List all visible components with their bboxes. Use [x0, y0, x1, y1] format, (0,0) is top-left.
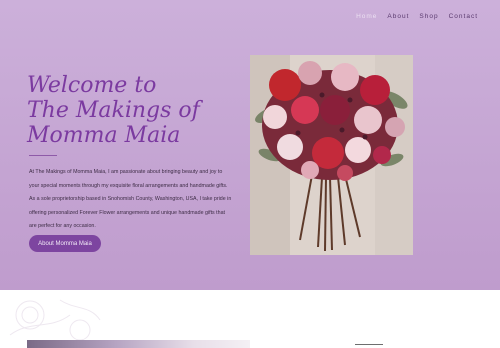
title-divider — [29, 155, 57, 156]
hero-title: Welcome to The Makings of Momma Maia — [27, 73, 237, 148]
about-momma-maia-button[interactable]: About Momma Maia — [29, 235, 101, 252]
nav-shop-link[interactable]: Shop — [419, 13, 438, 20]
nav-about-link[interactable]: About — [387, 13, 409, 20]
hero-title-line: The Makings of — [27, 98, 200, 123]
hero-section: Home About Shop Contact Welcome to The M… — [0, 0, 500, 290]
bouquet-illustration — [250, 55, 413, 255]
hero-intro-text: At The Makings of Momma Maia, I am passi… — [29, 169, 232, 229]
floral-photo — [27, 340, 250, 348]
hero-title-line: Momma Maia — [27, 123, 181, 148]
hero-title-line: Welcome to — [27, 73, 157, 98]
bouquet-photo — [250, 55, 413, 255]
top-nav: Home About Shop Contact — [356, 13, 478, 20]
nav-contact-link[interactable]: Contact — [449, 13, 478, 20]
nav-home-link[interactable]: Home — [356, 13, 377, 20]
section-divider — [355, 344, 383, 345]
